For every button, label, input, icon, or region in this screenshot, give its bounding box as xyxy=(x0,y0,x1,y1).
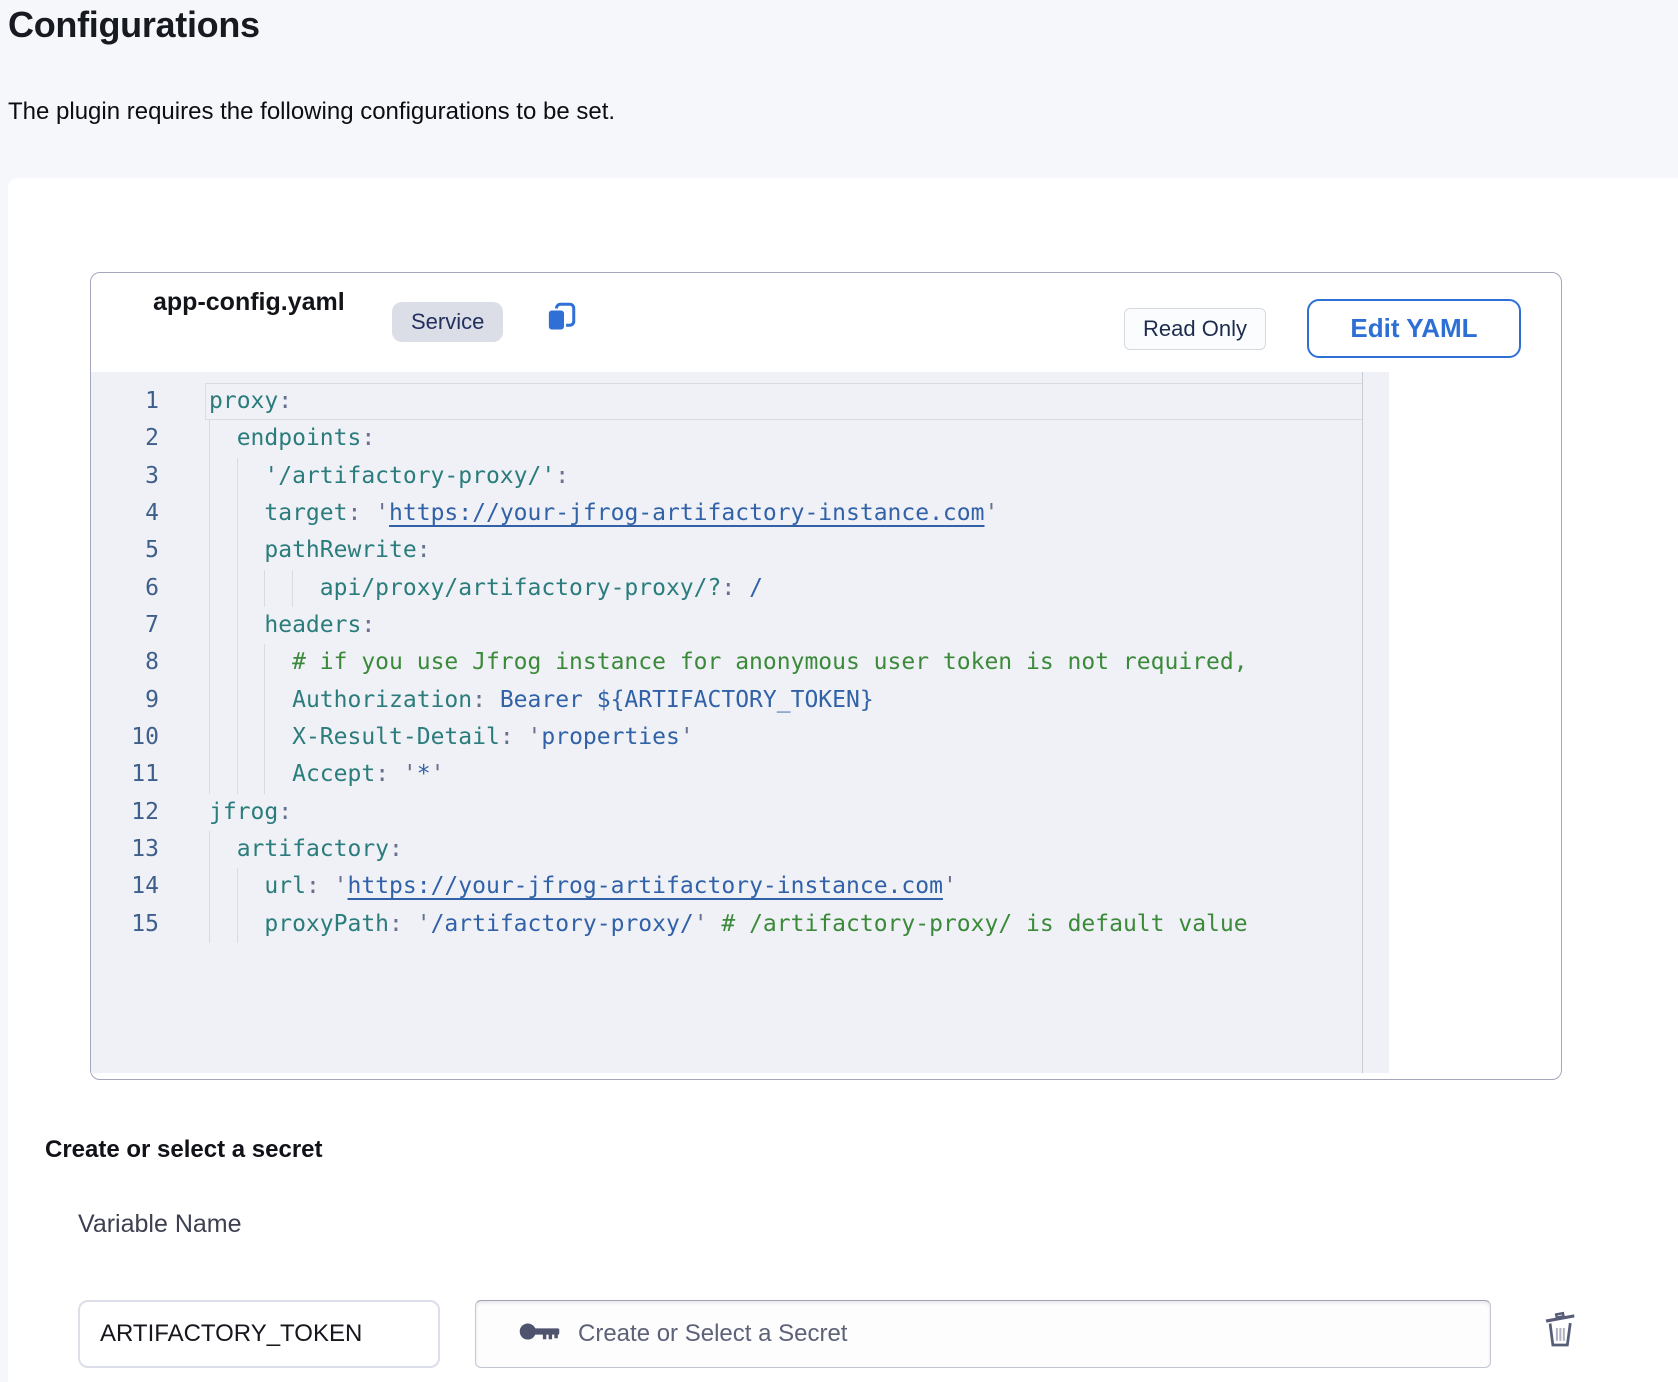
line-number: 1 xyxy=(91,383,159,420)
edit-yaml-button[interactable]: Edit YAML xyxy=(1307,299,1521,358)
secret-select-input[interactable]: Create or Select a Secret xyxy=(475,1300,1491,1368)
code-line: jfrog: xyxy=(205,794,1363,831)
line-number: 15 xyxy=(91,906,159,943)
line-number: 13 xyxy=(91,831,159,868)
code-line: artifactory: xyxy=(205,831,1363,868)
variable-name-label: Variable Name xyxy=(78,1210,242,1239)
secret-placeholder: Create or Select a Secret xyxy=(578,1320,847,1348)
code-line: api/proxy/artifactory-proxy/?: / xyxy=(205,570,1363,607)
line-number: 6 xyxy=(91,570,159,607)
code-line: Authorization: Bearer ${ARTIFACTORY_TOKE… xyxy=(205,682,1363,719)
line-number: 14 xyxy=(91,868,159,905)
config-card: app-config.yaml Service Read Only Edit Y… xyxy=(90,272,1562,1080)
editor-content[interactable]: proxy: endpoints: '/artifactory-proxy/':… xyxy=(205,383,1363,943)
page-title: Configurations xyxy=(8,4,260,46)
line-number: 9 xyxy=(91,682,159,719)
variable-name-input[interactable] xyxy=(78,1300,440,1368)
code-line: pathRewrite: xyxy=(205,532,1363,569)
line-number: 5 xyxy=(91,532,159,569)
code-line: proxyPath: '/artifactory-proxy/' # /arti… xyxy=(205,906,1363,943)
line-number: 10 xyxy=(91,719,159,756)
copy-button[interactable] xyxy=(542,299,580,337)
code-line: endpoints: xyxy=(205,420,1363,457)
line-number: 2 xyxy=(91,420,159,457)
read-only-button[interactable]: Read Only xyxy=(1124,308,1266,350)
line-number: 8 xyxy=(91,644,159,681)
line-number: 12 xyxy=(91,794,159,831)
editor-gutter: 123456789101112131415 xyxy=(91,383,205,943)
code-line: target: 'https://your-jfrog-artifactory-… xyxy=(205,495,1363,532)
editor-scrollbar[interactable] xyxy=(1362,372,1389,1073)
code-line: '/artifactory-proxy/': xyxy=(205,458,1363,495)
file-name: app-config.yaml xyxy=(153,288,345,317)
line-number: 7 xyxy=(91,607,159,644)
service-badge: Service xyxy=(392,302,503,342)
code-line: proxy: xyxy=(205,383,1363,420)
delete-secret-button[interactable] xyxy=(1537,1306,1583,1352)
code-line: # if you use Jfrog instance for anonymou… xyxy=(205,644,1363,681)
trash-icon xyxy=(1538,1338,1582,1353)
code-line: X-Result-Detail: 'properties' xyxy=(205,719,1363,756)
secret-section-heading: Create or select a secret xyxy=(45,1136,323,1164)
page-subtitle: The plugin requires the following config… xyxy=(8,98,615,126)
line-number: 3 xyxy=(91,458,159,495)
code-line: Accept: '*' xyxy=(205,756,1363,793)
line-number: 11 xyxy=(91,756,159,793)
key-icon xyxy=(518,1320,562,1348)
yaml-editor[interactable]: 123456789101112131415 proxy: endpoints: … xyxy=(91,372,1389,1073)
page: Configurations The plugin requires the f… xyxy=(0,0,1678,1382)
copy-icon xyxy=(543,323,579,338)
code-line: url: 'https://your-jfrog-artifactory-ins… xyxy=(205,868,1363,905)
code-line: headers: xyxy=(205,607,1363,644)
line-number: 4 xyxy=(91,495,159,532)
